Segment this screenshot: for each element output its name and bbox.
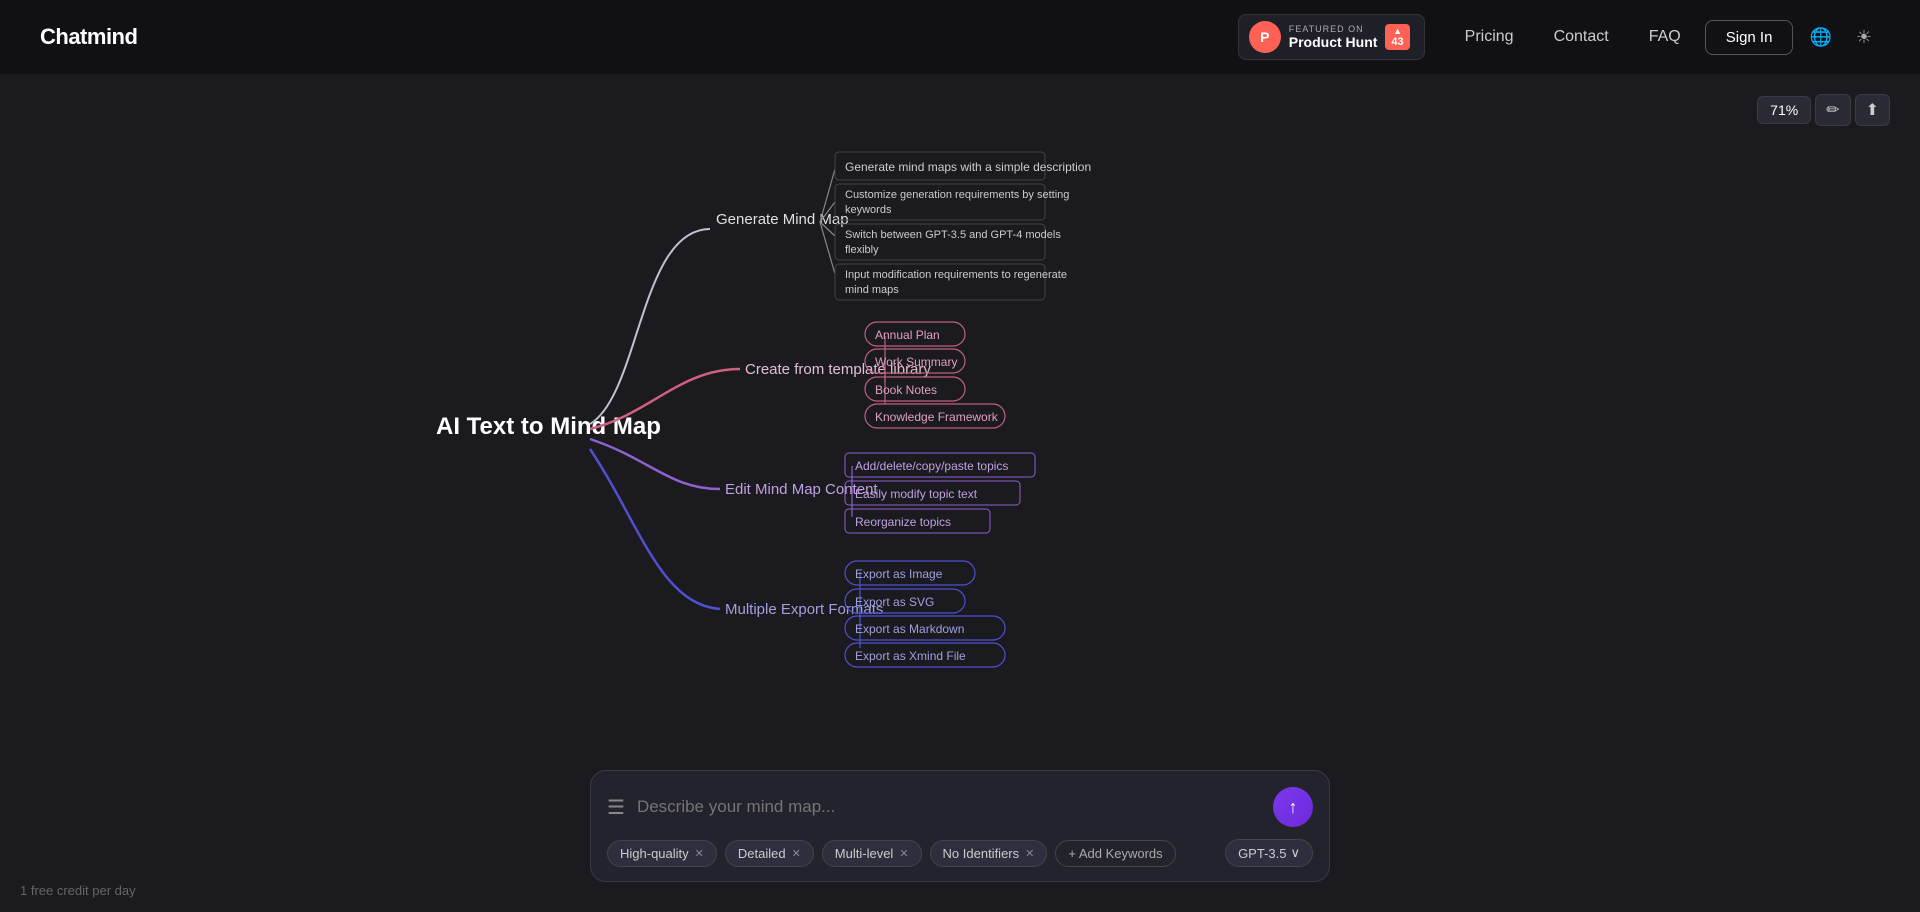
faq-link[interactable]: FAQ xyxy=(1633,20,1697,54)
canvas-area[interactable]: 71% ✏ ⬆ AI Text to Mind Map Generate Min… xyxy=(0,74,1920,912)
tag-no-identifiers[interactable]: No Identifiers ✕ xyxy=(930,840,1048,867)
tag-multilevel[interactable]: Multi-level ✕ xyxy=(822,840,922,867)
theme-toggle-icon[interactable]: ☀ xyxy=(1848,19,1880,56)
input-area: ☰ ↑ High-quality ✕ Detailed ✕ Multi-leve… xyxy=(590,770,1330,882)
svg-text:flexibly: flexibly xyxy=(845,244,879,256)
zoom-controls: 71% ✏ ⬆ xyxy=(1757,94,1890,126)
signin-button[interactable]: Sign In xyxy=(1705,20,1794,55)
globe-icon[interactable]: 🌐 xyxy=(1801,19,1839,56)
tag-detailed[interactable]: Detailed ✕ xyxy=(725,840,814,867)
product-hunt-badge[interactable]: P FEATURED ON Product Hunt ▲ 43 xyxy=(1238,14,1425,60)
tag-high-quality-remove[interactable]: ✕ xyxy=(695,847,704,860)
svg-text:Customize generation requireme: Customize generation requirements by set… xyxy=(845,189,1069,201)
svg-text:Export as Image: Export as Image xyxy=(855,567,943,581)
send-button[interactable]: ↑ xyxy=(1273,787,1313,827)
root-node: AI Text to Mind Map xyxy=(436,413,661,440)
input-document-icon: ☰ xyxy=(607,795,625,820)
svg-text:mind maps: mind maps xyxy=(845,284,899,296)
add-keywords-button[interactable]: + Add Keywords xyxy=(1055,840,1175,867)
tag-row: High-quality ✕ Detailed ✕ Multi-level ✕ … xyxy=(591,839,1329,881)
mind-map-input[interactable] xyxy=(637,797,1261,817)
svg-text:Book Notes: Book Notes xyxy=(875,383,937,397)
svg-text:Export as SVG: Export as SVG xyxy=(855,595,934,609)
product-hunt-logo: P xyxy=(1249,21,1281,53)
svg-text:Annual Plan: Annual Plan xyxy=(875,328,940,342)
model-selector[interactable]: GPT-3.5 ∨ xyxy=(1225,839,1313,867)
svg-text:Generate mind maps with a simp: Generate mind maps with a simple descrip… xyxy=(845,160,1091,174)
logo: Chatmind xyxy=(40,24,137,50)
svg-text:Add/delete/copy/paste topics: Add/delete/copy/paste topics xyxy=(855,459,1008,473)
pricing-link[interactable]: Pricing xyxy=(1449,20,1530,54)
edit-icon-btn[interactable]: ✏ xyxy=(1815,94,1850,126)
send-arrow-icon: ↑ xyxy=(1289,797,1298,818)
svg-text:Export as Markdown: Export as Markdown xyxy=(855,622,964,636)
export-icon-btn[interactable]: ⬆ xyxy=(1855,94,1890,126)
contact-link[interactable]: Contact xyxy=(1538,20,1625,54)
svg-text:Work Summary: Work Summary xyxy=(875,355,957,369)
svg-text:Input modification requirement: Input modification requirements to regen… xyxy=(845,269,1067,281)
product-hunt-count: ▲ 43 xyxy=(1385,24,1409,50)
svg-text:Reorganize topics: Reorganize topics xyxy=(855,515,951,529)
chevron-down-icon: ∨ xyxy=(1290,845,1300,861)
svg-text:Switch between GPT-3.5 and GPT: Switch between GPT-3.5 and GPT-4 models xyxy=(845,229,1061,241)
zoom-level: 71% xyxy=(1757,96,1811,124)
product-hunt-text: FEATURED ON Product Hunt xyxy=(1289,24,1378,50)
tag-high-quality[interactable]: High-quality ✕ xyxy=(607,840,717,867)
svg-text:keywords: keywords xyxy=(845,204,892,216)
svg-text:Easily modify topic text: Easily modify topic text xyxy=(855,487,978,501)
free-credit-label: 1 free credit per day xyxy=(20,883,136,898)
svg-text:Knowledge Framework: Knowledge Framework xyxy=(875,410,999,424)
tag-detailed-remove[interactable]: ✕ xyxy=(792,847,801,860)
tag-no-identifiers-remove[interactable]: ✕ xyxy=(1025,847,1034,860)
branch-generate-label: Generate Mind Map xyxy=(716,211,849,228)
svg-text:Export as Xmind File: Export as Xmind File xyxy=(855,649,966,663)
tag-multilevel-remove[interactable]: ✕ xyxy=(899,847,908,860)
